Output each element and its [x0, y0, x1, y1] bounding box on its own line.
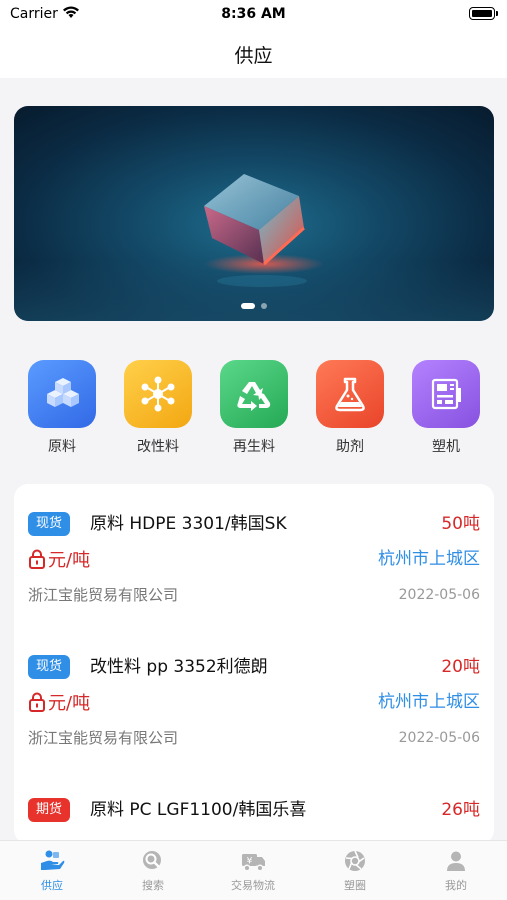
lock-icon — [29, 692, 45, 712]
list-item[interactable]: 期货 原料 PC LGF1100/韩国乐喜 26吨 — [14, 770, 494, 844]
category-label: 原料 — [48, 439, 76, 455]
carousel-dot[interactable] — [261, 303, 267, 309]
item-quantity: 20吨 — [441, 657, 480, 677]
supply-icon — [12, 847, 92, 875]
category-additive[interactable]: 助剂 — [316, 360, 384, 456]
recycle-icon — [220, 360, 288, 428]
carousel-dot-active[interactable] — [241, 303, 255, 309]
tab-mine[interactable]: 我的 — [416, 847, 496, 893]
category-label: 改性料 — [137, 439, 179, 455]
svg-text:¥: ¥ — [247, 857, 253, 867]
tab-plastic-circle[interactable]: 塑圈 — [315, 847, 395, 893]
truck-icon: ¥ — [213, 847, 293, 875]
item-date: 2022-05-06 — [398, 730, 480, 746]
category-recycled-material[interactable]: 再生料 — [220, 360, 288, 456]
category-label: 再生料 — [233, 439, 275, 455]
spot-tag: 现货 — [28, 655, 71, 679]
lock-icon — [29, 549, 45, 569]
item-quantity: 26吨 — [441, 800, 480, 820]
item-price: 元/吨 — [48, 693, 91, 714]
supply-list: 现货 原料 HDPE 3301/韩国SK 50吨 元/吨 杭州市上城区 浙江宝能… — [14, 484, 494, 844]
category-label: 助剂 — [336, 439, 364, 455]
carousel-indicator — [14, 303, 494, 309]
futures-tag: 期货 — [28, 798, 71, 822]
molecule-icon — [124, 360, 192, 428]
machine-icon — [412, 360, 480, 428]
glass-cube-image — [204, 174, 324, 287]
item-quantity: 50吨 — [441, 514, 480, 534]
category-modified-material[interactable]: 改性料 — [124, 360, 192, 456]
list-item[interactable]: 现货 改性料 pp 3352利德朗 20吨 元/吨 杭州市上城区 浙江宝能贸易有… — [14, 627, 494, 770]
tab-label: 交易物流 — [231, 879, 275, 892]
battery-icon — [469, 7, 498, 20]
status-time: 8:36 AM — [221, 6, 286, 22]
category-grid: 原料 改性料 再生料 助剂 塑机 — [0, 360, 507, 460]
item-date: 2022-05-06 — [398, 587, 480, 603]
tab-search[interactable]: 搜索 — [113, 847, 193, 893]
nav-bar: 供应 — [0, 28, 507, 78]
category-plastic-machine[interactable]: 塑机 — [412, 360, 480, 456]
price-row: 元/吨 — [28, 690, 90, 714]
item-title: 原料 HDPE 3301/韩国SK — [90, 514, 287, 534]
tab-trade-logistics[interactable]: ¥ 交易物流 — [213, 847, 293, 893]
search-icon — [113, 847, 193, 875]
item-location: 杭州市上城区 — [378, 692, 480, 712]
tab-supply[interactable]: 供应 — [12, 847, 92, 893]
item-title: 改性料 pp 3352利德朗 — [90, 657, 268, 677]
tab-bar: 供应 搜索 ¥ 交易物流 塑圈 我的 — [0, 840, 507, 900]
category-raw-material[interactable]: 原料 — [28, 360, 96, 456]
item-price: 元/吨 — [48, 550, 91, 571]
item-company: 浙江宝能贸易有限公司 — [28, 729, 179, 747]
tab-label: 我的 — [445, 879, 467, 892]
flask-icon — [316, 360, 384, 428]
tab-label: 塑圈 — [344, 879, 366, 892]
price-row: 元/吨 — [28, 547, 90, 571]
page-title: 供应 — [234, 45, 273, 67]
status-bar: Carrier 8:36 AM — [0, 0, 507, 28]
banner-carousel[interactable] — [14, 106, 494, 321]
tab-label: 供应 — [41, 879, 63, 892]
user-icon — [416, 847, 496, 875]
spot-tag: 现货 — [28, 512, 71, 536]
aperture-icon — [315, 847, 395, 875]
tab-label: 搜索 — [142, 879, 164, 892]
item-title: 原料 PC LGF1100/韩国乐喜 — [90, 800, 307, 820]
item-location: 杭州市上城区 — [378, 549, 480, 569]
item-company: 浙江宝能贸易有限公司 — [28, 586, 179, 604]
category-label: 塑机 — [432, 439, 460, 455]
cubes-icon — [28, 360, 96, 428]
list-item[interactable]: 现货 原料 HDPE 3301/韩国SK 50吨 元/吨 杭州市上城区 浙江宝能… — [14, 484, 494, 627]
